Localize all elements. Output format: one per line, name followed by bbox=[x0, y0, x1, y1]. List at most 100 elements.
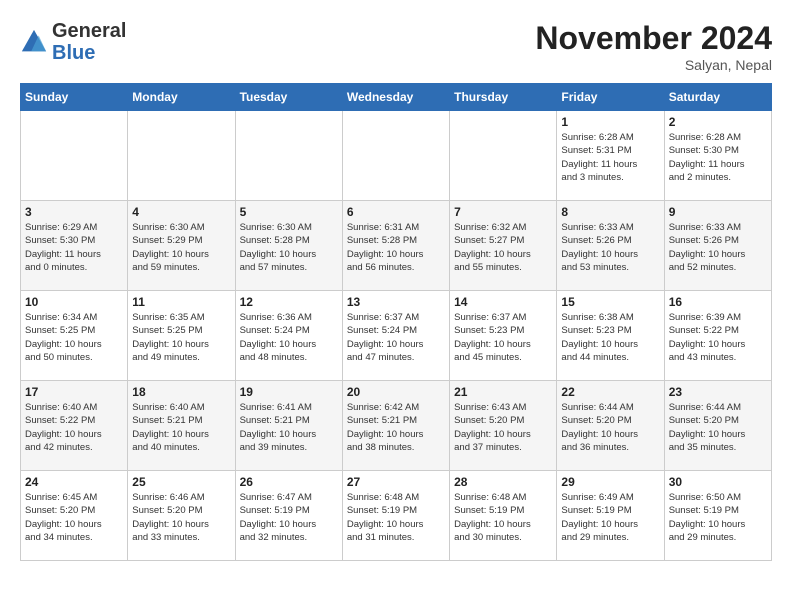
day-number: 20 bbox=[347, 385, 445, 399]
day-info: Sunrise: 6:39 AM Sunset: 5:22 PM Dayligh… bbox=[669, 311, 767, 364]
day-info: Sunrise: 6:28 AM Sunset: 5:31 PM Dayligh… bbox=[561, 131, 659, 184]
day-number: 23 bbox=[669, 385, 767, 399]
title-block: November 2024 Salyan, Nepal bbox=[535, 20, 772, 73]
day-number: 7 bbox=[454, 205, 552, 219]
calendar-cell: 21 Sunrise: 6:43 AM Sunset: 5:20 PM Dayli… bbox=[450, 381, 557, 471]
calendar-week-row: 24 Sunrise: 6:45 AM Sunset: 5:20 PM Dayli… bbox=[21, 471, 772, 561]
day-info: Sunrise: 6:50 AM Sunset: 5:19 PM Dayligh… bbox=[669, 491, 767, 544]
calendar-cell: 10Sunrise: 6:34 AM Sunset: 5:25 PM Dayli… bbox=[21, 291, 128, 381]
weekday-header-wednesday: Wednesday bbox=[342, 84, 449, 111]
day-info: Sunrise: 6:32 AM Sunset: 5:27 PM Dayligh… bbox=[454, 221, 552, 274]
day-number: 17 bbox=[25, 385, 123, 399]
day-number: 25 bbox=[132, 475, 230, 489]
calendar-week-row: 3 Sunrise: 6:29 AM Sunset: 5:30 PM Daylig… bbox=[21, 201, 772, 291]
weekday-header-saturday: Saturday bbox=[664, 84, 771, 111]
day-info: Sunrise: 6:45 AM Sunset: 5:20 PM Dayligh… bbox=[25, 491, 123, 544]
calendar-cell: 13 Sunrise: 6:37 AM Sunset: 5:24 PM Dayli… bbox=[342, 291, 449, 381]
day-info: Sunrise: 6:48 AM Sunset: 5:19 PM Dayligh… bbox=[454, 491, 552, 544]
day-number: 28 bbox=[454, 475, 552, 489]
day-info: Sunrise: 6:47 AM Sunset: 5:19 PM Dayligh… bbox=[240, 491, 338, 544]
calendar-cell bbox=[21, 111, 128, 201]
calendar-cell: 6 Sunrise: 6:31 AM Sunset: 5:28 PM Daylig… bbox=[342, 201, 449, 291]
day-info: Sunrise: 6:40 AM Sunset: 5:21 PM Dayligh… bbox=[132, 401, 230, 454]
calendar-cell: 9 Sunrise: 6:33 AM Sunset: 5:26 PM Daylig… bbox=[664, 201, 771, 291]
calendar-cell: 28 Sunrise: 6:48 AM Sunset: 5:19 PM Dayli… bbox=[450, 471, 557, 561]
calendar-cell: 23 Sunrise: 6:44 AM Sunset: 5:20 PM Dayli… bbox=[664, 381, 771, 471]
day-number: 18 bbox=[132, 385, 230, 399]
day-number: 11 bbox=[132, 295, 230, 309]
calendar-cell: 8Sunrise: 6:33 AM Sunset: 5:26 PM Daylig… bbox=[557, 201, 664, 291]
day-number: 5 bbox=[240, 205, 338, 219]
day-info: Sunrise: 6:48 AM Sunset: 5:19 PM Dayligh… bbox=[347, 491, 445, 544]
logo-general: General bbox=[52, 20, 126, 42]
day-number: 22 bbox=[561, 385, 659, 399]
calendar-cell bbox=[128, 111, 235, 201]
day-info: Sunrise: 6:37 AM Sunset: 5:23 PM Dayligh… bbox=[454, 311, 552, 364]
calendar-cell: 27 Sunrise: 6:48 AM Sunset: 5:19 PM Dayli… bbox=[342, 471, 449, 561]
day-number: 24 bbox=[25, 475, 123, 489]
calendar-cell: 19Sunrise: 6:41 AM Sunset: 5:21 PM Dayli… bbox=[235, 381, 342, 471]
location: Salyan, Nepal bbox=[535, 57, 772, 73]
day-info: Sunrise: 6:31 AM Sunset: 5:28 PM Dayligh… bbox=[347, 221, 445, 274]
day-info: Sunrise: 6:44 AM Sunset: 5:20 PM Dayligh… bbox=[669, 401, 767, 454]
day-number: 9 bbox=[669, 205, 767, 219]
day-number: 21 bbox=[454, 385, 552, 399]
calendar-cell: 14Sunrise: 6:37 AM Sunset: 5:23 PM Dayli… bbox=[450, 291, 557, 381]
day-number: 13 bbox=[347, 295, 445, 309]
day-number: 8 bbox=[561, 205, 659, 219]
calendar-cell bbox=[342, 111, 449, 201]
day-info: Sunrise: 6:29 AM Sunset: 5:30 PM Dayligh… bbox=[25, 221, 123, 274]
calendar-cell: 7 Sunrise: 6:32 AM Sunset: 5:27 PM Daylig… bbox=[450, 201, 557, 291]
weekday-header-sunday: Sunday bbox=[21, 84, 128, 111]
calendar-cell: 3 Sunrise: 6:29 AM Sunset: 5:30 PM Daylig… bbox=[21, 201, 128, 291]
calendar-cell: 15 Sunrise: 6:38 AM Sunset: 5:23 PM Dayli… bbox=[557, 291, 664, 381]
day-info: Sunrise: 6:30 AM Sunset: 5:28 PM Dayligh… bbox=[240, 221, 338, 274]
calendar-cell: 18 Sunrise: 6:40 AM Sunset: 5:21 PM Dayli… bbox=[128, 381, 235, 471]
day-number: 16 bbox=[669, 295, 767, 309]
calendar-cell: 17 Sunrise: 6:40 AM Sunset: 5:22 PM Dayli… bbox=[21, 381, 128, 471]
day-info: Sunrise: 6:38 AM Sunset: 5:23 PM Dayligh… bbox=[561, 311, 659, 364]
calendar-cell: 2Sunrise: 6:28 AM Sunset: 5:30 PM Daylig… bbox=[664, 111, 771, 201]
calendar-cell: 1 Sunrise: 6:28 AM Sunset: 5:31 PM Daylig… bbox=[557, 111, 664, 201]
weekday-header-thursday: Thursday bbox=[450, 84, 557, 111]
day-number: 1 bbox=[561, 115, 659, 129]
day-info: Sunrise: 6:37 AM Sunset: 5:24 PM Dayligh… bbox=[347, 311, 445, 364]
calendar-cell: 5 Sunrise: 6:30 AM Sunset: 5:28 PM Daylig… bbox=[235, 201, 342, 291]
calendar-cell: 30 Sunrise: 6:50 AM Sunset: 5:19 PM Dayli… bbox=[664, 471, 771, 561]
day-info: Sunrise: 6:49 AM Sunset: 5:19 PM Dayligh… bbox=[561, 491, 659, 544]
day-number: 4 bbox=[132, 205, 230, 219]
calendar-cell: 26 Sunrise: 6:47 AM Sunset: 5:19 PM Dayli… bbox=[235, 471, 342, 561]
day-info: Sunrise: 6:35 AM Sunset: 5:25 PM Dayligh… bbox=[132, 311, 230, 364]
calendar-week-row: 10Sunrise: 6:34 AM Sunset: 5:25 PM Dayli… bbox=[21, 291, 772, 381]
day-number: 29 bbox=[561, 475, 659, 489]
day-info: Sunrise: 6:36 AM Sunset: 5:24 PM Dayligh… bbox=[240, 311, 338, 364]
day-number: 6 bbox=[347, 205, 445, 219]
calendar-week-row: 1 Sunrise: 6:28 AM Sunset: 5:31 PM Daylig… bbox=[21, 111, 772, 201]
month-title: November 2024 bbox=[535, 20, 772, 57]
calendar-cell: 20 Sunrise: 6:42 AM Sunset: 5:21 PM Dayli… bbox=[342, 381, 449, 471]
day-number: 2 bbox=[669, 115, 767, 129]
day-info: Sunrise: 6:43 AM Sunset: 5:20 PM Dayligh… bbox=[454, 401, 552, 454]
day-info: Sunrise: 6:41 AM Sunset: 5:21 PM Dayligh… bbox=[240, 401, 338, 454]
calendar-cell: 29 Sunrise: 6:49 AM Sunset: 5:19 PM Dayli… bbox=[557, 471, 664, 561]
day-number: 27 bbox=[347, 475, 445, 489]
logo-icon bbox=[20, 28, 48, 56]
day-number: 30 bbox=[669, 475, 767, 489]
day-info: Sunrise: 6:30 AM Sunset: 5:29 PM Dayligh… bbox=[132, 221, 230, 274]
calendar-cell: 22Sunrise: 6:44 AM Sunset: 5:20 PM Dayli… bbox=[557, 381, 664, 471]
day-number: 12 bbox=[240, 295, 338, 309]
calendar-table: SundayMondayTuesdayWednesdayThursdayFrid… bbox=[20, 83, 772, 561]
day-number: 3 bbox=[25, 205, 123, 219]
calendar-cell: 25Sunrise: 6:46 AM Sunset: 5:20 PM Dayli… bbox=[128, 471, 235, 561]
calendar-cell bbox=[450, 111, 557, 201]
calendar-cell: 24 Sunrise: 6:45 AM Sunset: 5:20 PM Dayli… bbox=[21, 471, 128, 561]
day-number: 26 bbox=[240, 475, 338, 489]
day-info: Sunrise: 6:33 AM Sunset: 5:26 PM Dayligh… bbox=[669, 221, 767, 274]
calendar-cell: 4 Sunrise: 6:30 AM Sunset: 5:29 PM Daylig… bbox=[128, 201, 235, 291]
calendar-cell: 11 Sunrise: 6:35 AM Sunset: 5:25 PM Dayli… bbox=[128, 291, 235, 381]
logo-blue: Blue bbox=[52, 42, 95, 64]
day-number: 15 bbox=[561, 295, 659, 309]
weekday-header-friday: Friday bbox=[557, 84, 664, 111]
day-info: Sunrise: 6:40 AM Sunset: 5:22 PM Dayligh… bbox=[25, 401, 123, 454]
day-info: Sunrise: 6:42 AM Sunset: 5:21 PM Dayligh… bbox=[347, 401, 445, 454]
